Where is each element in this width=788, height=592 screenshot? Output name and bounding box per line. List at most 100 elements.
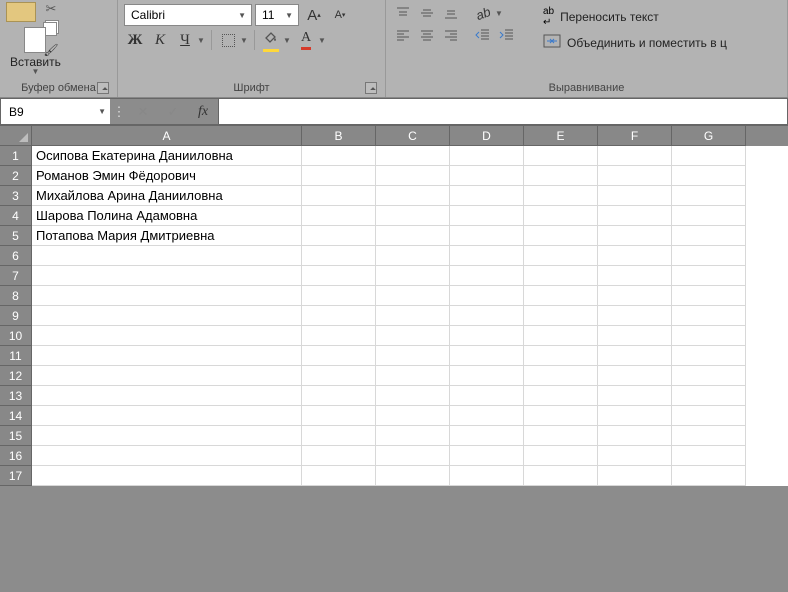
name-box[interactable]: B9 ▼ [0,98,110,125]
cell[interactable] [524,266,598,286]
cell[interactable]: Шарова Полина Адамовна [32,206,302,226]
align-bottom-button[interactable] [440,4,462,22]
cell[interactable] [672,426,746,446]
cell[interactable] [376,426,450,446]
cell[interactable] [524,446,598,466]
cell[interactable]: Романов Эмин Фёдорович [32,166,302,186]
cell[interactable] [524,366,598,386]
cell[interactable] [524,406,598,426]
cell[interactable]: Осипова Екатерина Данииловна [32,146,302,166]
cell[interactable] [376,146,450,166]
cell[interactable] [302,286,376,306]
bold-button[interactable]: Ж [124,31,146,49]
cell[interactable] [672,346,746,366]
cell[interactable] [32,466,302,486]
cell[interactable] [376,386,450,406]
cell[interactable] [598,386,672,406]
italic-button[interactable]: К [149,31,171,49]
cell[interactable] [524,246,598,266]
cell[interactable] [376,166,450,186]
row-header[interactable]: 10 [0,326,32,346]
cell[interactable] [376,446,450,466]
cell[interactable] [524,306,598,326]
column-header-A[interactable]: A [32,126,302,146]
row-header[interactable]: 2 [0,166,32,186]
cell[interactable] [450,446,524,466]
cell[interactable] [376,366,450,386]
cell[interactable] [302,466,376,486]
cell[interactable] [598,246,672,266]
cell[interactable] [450,466,524,486]
cell[interactable] [376,466,450,486]
cell[interactable] [32,286,302,306]
cell[interactable] [450,406,524,426]
font-size-combo[interactable]: 11 ▼ [255,4,299,26]
row-header[interactable]: 4 [0,206,32,226]
wrap-text-button[interactable]: ab↵ Переносить текст [539,4,731,30]
namebox-options[interactable]: ⋮ [110,98,128,125]
cell[interactable] [524,206,598,226]
cell[interactable] [598,446,672,466]
column-header-B[interactable]: B [302,126,376,146]
cell[interactable] [598,306,672,326]
cell[interactable] [672,326,746,346]
column-header-F[interactable]: F [598,126,672,146]
cell[interactable] [524,286,598,306]
cell[interactable] [672,266,746,286]
shrink-font-button[interactable]: А▾ [328,4,352,26]
column-header-D[interactable]: D [450,126,524,146]
cell[interactable] [32,266,302,286]
cell[interactable] [672,166,746,186]
cell[interactable] [672,446,746,466]
cell[interactable] [598,266,672,286]
paste-button[interactable]: Вставить ▼ [6,19,65,78]
cell[interactable] [450,346,524,366]
borders-button[interactable]: ▼ [217,31,249,49]
cell[interactable] [376,226,450,246]
cell[interactable] [598,166,672,186]
cell[interactable] [302,146,376,166]
cell[interactable] [672,246,746,266]
cell[interactable] [598,406,672,426]
cell[interactable] [672,186,746,206]
row-header[interactable]: 6 [0,246,32,266]
align-middle-button[interactable] [416,4,438,22]
increase-indent-button[interactable] [496,26,518,44]
cell[interactable] [32,326,302,346]
cell[interactable] [524,226,598,246]
underline-button[interactable]: Ч ▼ [174,31,206,49]
cell[interactable] [450,226,524,246]
cell[interactable] [302,246,376,266]
row-header[interactable]: 11 [0,346,32,366]
cell[interactable] [302,306,376,326]
cell[interactable] [672,306,746,326]
font-name-combo[interactable]: Calibri ▼ [124,4,252,26]
accept-formula-button[interactable]: ✓ [158,99,188,125]
cell[interactable] [376,186,450,206]
cell[interactable] [450,166,524,186]
insert-function-button[interactable]: fx [188,99,218,125]
merge-center-button[interactable]: Объединить и поместить в ц [539,32,731,53]
cell[interactable] [302,226,376,246]
cell[interactable] [302,446,376,466]
fill-color-button[interactable]: ▼ [260,31,292,49]
cell[interactable] [598,326,672,346]
cell[interactable] [302,426,376,446]
cell[interactable] [450,246,524,266]
cell[interactable] [32,406,302,426]
cell[interactable] [32,246,302,266]
cell[interactable] [376,346,450,366]
cell[interactable] [524,426,598,446]
orientation-button[interactable]: ab ▼ [472,4,504,22]
cell[interactable] [598,346,672,366]
row-header[interactable]: 15 [0,426,32,446]
cell[interactable] [598,286,672,306]
cell[interactable] [450,206,524,226]
cell[interactable] [32,366,302,386]
cell[interactable] [524,386,598,406]
font-color-button[interactable]: А ▼ [295,31,327,49]
cell[interactable] [598,206,672,226]
cell[interactable] [302,186,376,206]
cell[interactable] [450,306,524,326]
select-all-corner[interactable] [0,126,32,146]
